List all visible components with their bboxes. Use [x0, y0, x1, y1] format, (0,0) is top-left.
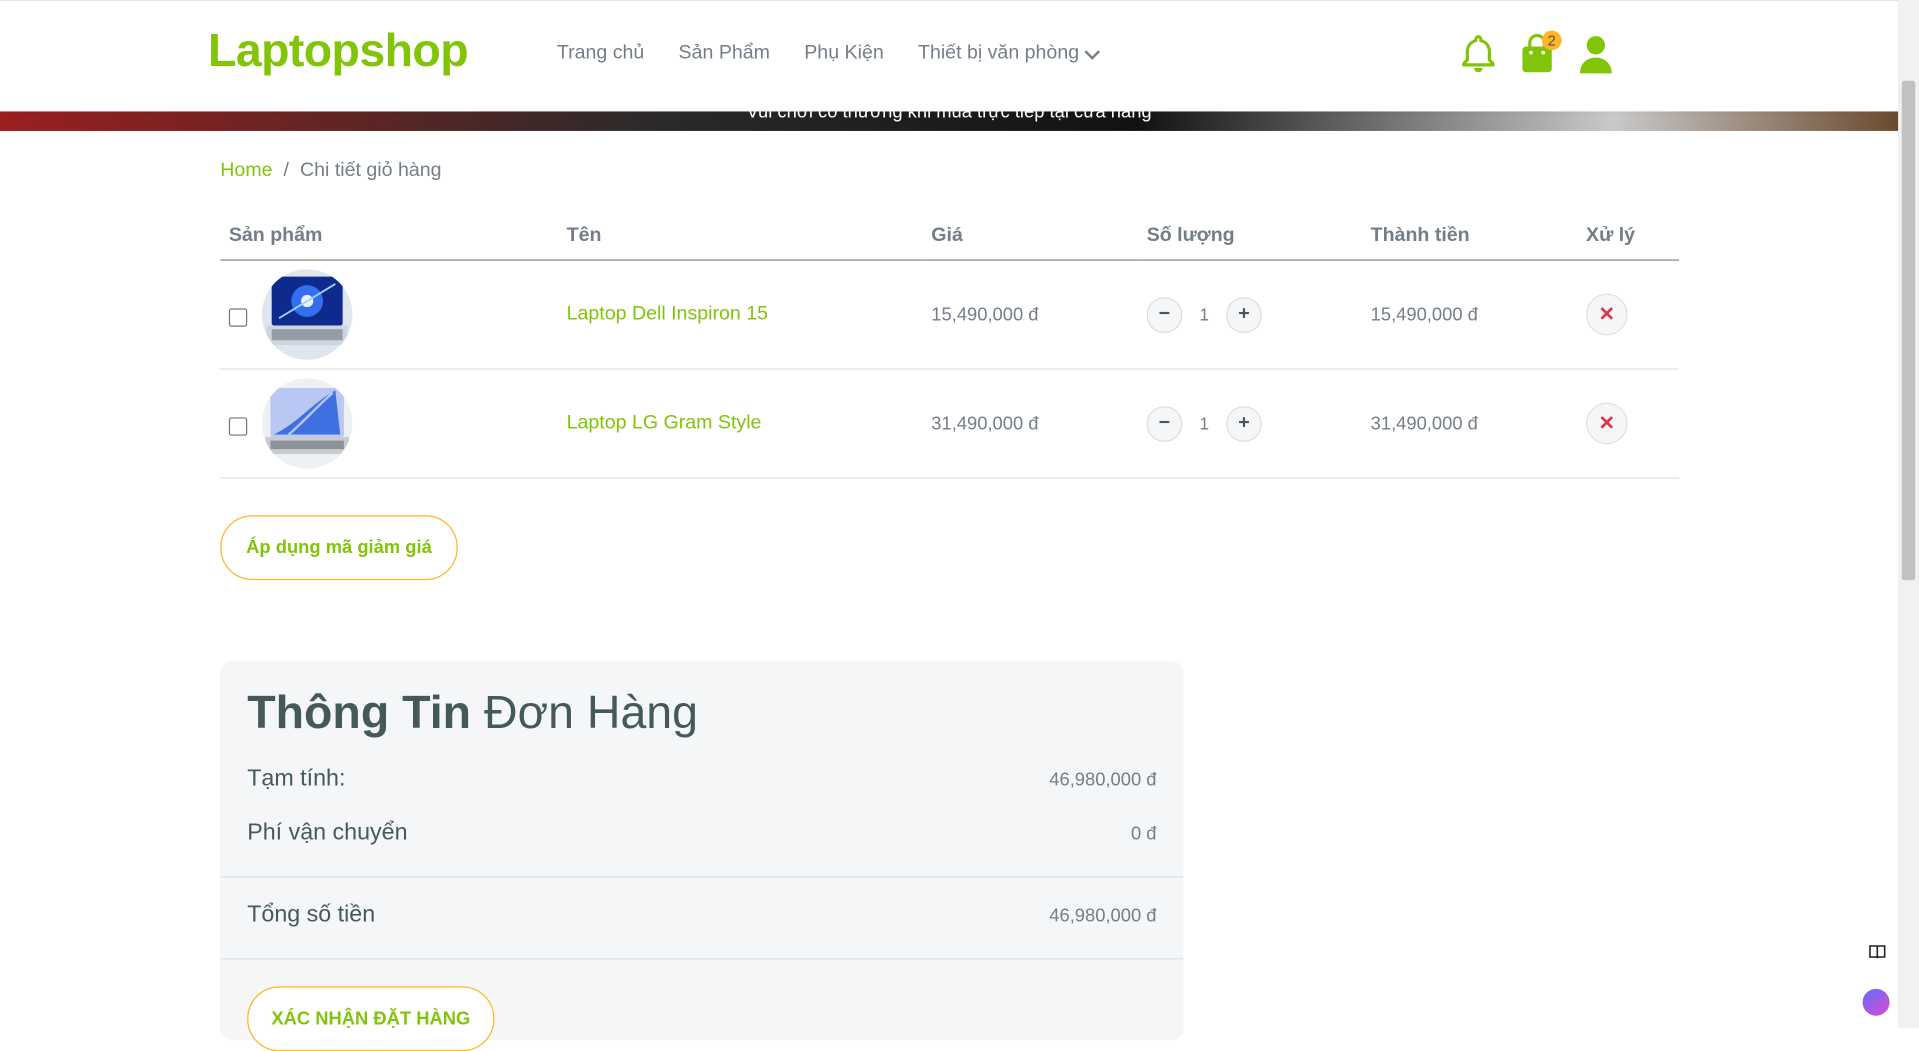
- subtotal-value: 46,980,000 đ: [1049, 769, 1157, 790]
- nav-accessories[interactable]: Phụ Kiện: [804, 43, 883, 65]
- shipping-row: Phí vận chuyển 0 đ: [247, 820, 1156, 847]
- select-checkbox[interactable]: [228, 416, 248, 436]
- quantity-stepper: − 1 +: [1146, 405, 1354, 442]
- breadcrumb: Home / Chi tiết giỏ hàng: [220, 160, 441, 182]
- quantity-value[interactable]: 1: [1194, 414, 1214, 434]
- banner-text: Vui chơi có thưởng khi mua trực tiếp tại…: [746, 111, 1152, 123]
- confirm-order-button[interactable]: XÁC NHẬN ĐẶT HÀNG: [247, 986, 495, 1051]
- col-name: Tên: [558, 215, 923, 261]
- shipping-value: 0 đ: [1130, 823, 1157, 844]
- nav-office-dropdown[interactable]: Thiết bị văn phòng: [917, 42, 1100, 65]
- col-action: Xử lý: [1577, 215, 1680, 261]
- brand-logo[interactable]: Laptopshop: [208, 26, 469, 79]
- plus-icon[interactable]: +: [1226, 405, 1262, 442]
- navbar: Laptopshop Trang chủ Sản Phẩm Phụ Kiện T…: [0, 1, 1899, 112]
- nav-home[interactable]: Trang chủ: [557, 43, 644, 65]
- close-icon[interactable]: ✕: [1586, 293, 1628, 336]
- order-summary: Thông Tin Đơn Hàng Tạm tính: 46,980,000 …: [220, 660, 1184, 1051]
- shipping-label: Phí vận chuyển: [247, 819, 408, 846]
- shopping-bag-icon[interactable]: 2: [1518, 30, 1562, 75]
- minus-icon[interactable]: −: [1146, 405, 1183, 442]
- product-image: [261, 269, 353, 360]
- summary-title-bold: Thông Tin: [247, 687, 472, 740]
- cart-count-badge: 2: [1541, 30, 1562, 51]
- user-icon[interactable]: [1576, 33, 1615, 75]
- col-product: Sản phẩm: [220, 215, 559, 261]
- nav-links: Trang chủ Sản Phẩm Phụ Kiện Thiết bị văn…: [557, 42, 1100, 65]
- product-image: [261, 378, 353, 469]
- col-quantity: Số lượng: [1138, 215, 1363, 261]
- divider: [220, 876, 1184, 878]
- subtotal-row: Tạm tính: 46,980,000 đ: [247, 766, 1156, 793]
- table-row: Laptop LG Gram Style 31,490,000 đ − 1 + …: [220, 368, 1680, 479]
- apply-coupon-button[interactable]: Áp dụng mã giảm giá: [220, 515, 458, 581]
- plus-icon[interactable]: +: [1226, 296, 1262, 333]
- scrollbar-thumb[interactable]: [1901, 80, 1916, 581]
- summary-title-rest: Đơn Hàng: [483, 687, 699, 740]
- col-total: Thành tiền: [1362, 215, 1578, 261]
- line-total: 31,490,000 đ: [1362, 368, 1578, 479]
- nav-products[interactable]: Sản Phẩm: [679, 43, 770, 65]
- summary-title: Thông Tin Đơn Hàng: [247, 688, 698, 741]
- breadcrumb-home[interactable]: Home: [220, 160, 272, 181]
- subtotal-label: Tạm tính:: [247, 766, 346, 792]
- product-name-link[interactable]: Laptop LG Gram Style: [567, 412, 762, 433]
- total-value: 46,980,000 đ: [1049, 905, 1157, 926]
- bell-icon[interactable]: [1459, 33, 1498, 75]
- chevron-down-icon: [1084, 43, 1100, 60]
- book-icon[interactable]: [1865, 942, 1889, 966]
- line-total: 15,490,000 đ: [1362, 260, 1578, 370]
- quantity-stepper: − 1 +: [1146, 296, 1354, 333]
- table-row: Laptop Dell Inspiron 15 15,490,000 đ − 1…: [220, 260, 1680, 370]
- cart-table-header: Sản phẩm Tên Giá Số lượng Thành tiền Xử …: [220, 215, 1680, 261]
- brain-icon[interactable]: [1862, 988, 1890, 1016]
- cart-table: Sản phẩm Tên Giá Số lượng Thành tiền Xử …: [220, 215, 1680, 479]
- header-icons: 2: [1459, 30, 1616, 75]
- product-price: 15,490,000 đ: [922, 260, 1139, 370]
- product-price: 31,490,000 đ: [922, 368, 1139, 479]
- col-price: Giá: [922, 215, 1139, 261]
- breadcrumb-current: Chi tiết giỏ hàng: [300, 160, 442, 182]
- product-name-link[interactable]: Laptop Dell Inspiron 15: [567, 304, 768, 325]
- close-icon[interactable]: ✕: [1586, 402, 1628, 445]
- divider: [220, 958, 1184, 960]
- total-label: Tổng số tiền: [247, 901, 376, 928]
- nav-office-label: Thiết bị văn phòng: [917, 42, 1080, 64]
- page-root: Laptopshop Trang chủ Sản Phẩm Phụ Kiện T…: [0, 0, 1919, 1051]
- quantity-value[interactable]: 1: [1194, 305, 1214, 325]
- hero-banner: Vui chơi có thưởng khi mua trực tiếp tại…: [0, 111, 1899, 131]
- scrollbar[interactable]: [1898, 0, 1919, 1028]
- minus-icon[interactable]: −: [1146, 296, 1183, 333]
- select-checkbox[interactable]: [228, 307, 248, 327]
- breadcrumb-separator: /: [283, 160, 289, 182]
- total-row: Tổng số tiền 46,980,000 đ: [247, 902, 1156, 929]
